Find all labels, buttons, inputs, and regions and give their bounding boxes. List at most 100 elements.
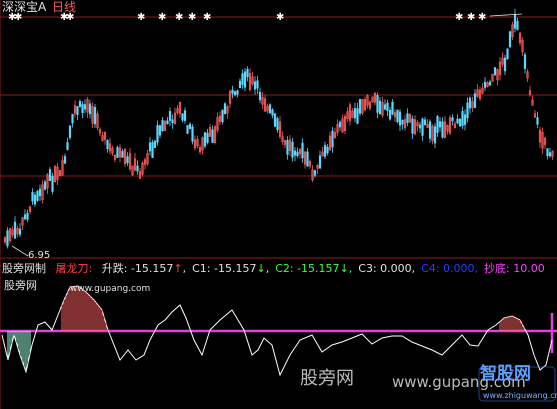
candle-body: [391, 101, 394, 115]
candle-body: [211, 129, 214, 143]
signal-marker-icon: ✱: [203, 12, 211, 23]
field-arrow-icon: ↑: [173, 262, 183, 275]
candle-body: [151, 142, 154, 158]
field-value: -15.157: [210, 262, 257, 275]
field-value: 10.00: [509, 262, 545, 275]
candle-body: [463, 114, 467, 125]
candle-body: [461, 111, 464, 126]
candle-body: [458, 118, 462, 127]
candle-body: [43, 181, 47, 190]
indicator-field: 升跌: -15.157↑,: [101, 262, 187, 275]
candle-body: [513, 14, 517, 29]
indicator-field: 抄底: 10.00: [484, 262, 545, 275]
kline-canvas[interactable]: ✱✱ ✱✱ ✱ ✱ ✱ ✱ ✱ ✱ ✱ ✱ ✱: [0, 0, 557, 409]
candle-body: [18, 228, 22, 235]
candle-body: [293, 150, 297, 156]
brand-watermark-url: www.zhiguwang.cn: [483, 391, 557, 400]
candle-body: [88, 103, 92, 115]
field-label: C3:: [358, 262, 377, 275]
candle-body: [466, 102, 469, 119]
candle-body: [83, 104, 87, 110]
indicator-field: C3: 0.000,: [358, 262, 415, 275]
field-arrow-icon: ↓: [256, 262, 266, 275]
candle-body: [356, 108, 359, 124]
high-price-pointer: [489, 13, 523, 17]
candle-body: [31, 192, 34, 202]
candle-body: [506, 48, 509, 60]
candle-body: [136, 165, 139, 172]
candle-body: [376, 95, 379, 113]
candle-body: [523, 54, 527, 69]
candle-body: [26, 212, 29, 220]
period-label: 日线: [52, 0, 77, 14]
formula-name: 屠龙刀:: [55, 262, 93, 275]
signal-marker-icon: ✱: [158, 12, 166, 23]
field-value: -15.157: [127, 262, 174, 275]
indicator-name: 股旁网制: [2, 262, 46, 275]
candle-body: [473, 93, 477, 108]
candle-body: [428, 121, 432, 139]
candle-body: [401, 119, 404, 125]
candle-body: [76, 106, 79, 115]
candle-body: [313, 170, 317, 176]
candle-body: [106, 139, 109, 150]
candle-body: [493, 67, 497, 76]
candle-body: [246, 68, 249, 78]
candle-body: [433, 126, 437, 144]
candle-body: [158, 125, 162, 136]
indicator-field: C1: -15.157↓,: [192, 262, 270, 275]
candle-body: [191, 126, 194, 142]
signal-marker-icon: ✱: [175, 12, 183, 23]
field-value: -15.157: [293, 262, 340, 275]
indicator-field: C2: -15.157↓,: [275, 262, 353, 275]
candle-body: [156, 125, 159, 143]
stock-name: 深深宝A: [2, 0, 47, 14]
site-url: www.gupang.com: [70, 284, 151, 294]
candle-body: [358, 98, 362, 114]
candle-body: [188, 123, 192, 130]
candle-body: [331, 130, 334, 148]
candle-body: [421, 118, 424, 136]
candle-body: [271, 109, 274, 116]
candle-body: [166, 120, 169, 125]
candle-body: [546, 148, 549, 157]
candle-body: [353, 108, 357, 119]
field-label: C1:: [192, 262, 211, 275]
candle-body: [326, 146, 329, 154]
candle-body: [181, 113, 184, 121]
signal-marker-icon: ✱: [455, 12, 463, 23]
candle-body: [398, 111, 402, 126]
indicator-readout: 股旁网制 屠龙刀: 升跌: -15.157↑, C1: -15.157↓, C2: …: [2, 262, 545, 276]
candle-body: [273, 113, 277, 127]
chart-window[interactable]: ✱ ✱ ✱ ✱ ✱ ✱ ✱ ✱ ✱ ✱ ✱ ✱ ✱ 深深宝A 日线 6.95 股旁网制 屠龙刀: 升跌:…: [0, 0, 557, 409]
candle-body: [121, 151, 124, 158]
candle-body: [378, 100, 382, 115]
brand-watermark: 智股网: [480, 364, 531, 384]
candle-body: [396, 109, 399, 123]
candle-body: [268, 104, 272, 114]
candle-body: [276, 118, 279, 131]
candle-body: [423, 119, 427, 126]
site-label: 股旁网: [4, 279, 37, 292]
candle-body: [36, 191, 39, 201]
candle-body: [483, 81, 487, 88]
candle-body: [153, 140, 157, 148]
candle-body: [33, 194, 37, 205]
candle-body: [233, 91, 237, 96]
candle-body: [436, 116, 439, 133]
candle-body: [66, 142, 69, 150]
candle-body: [161, 120, 164, 132]
candle-body: [508, 31, 512, 48]
candle-body: [221, 109, 224, 123]
candle-body: [238, 80, 242, 89]
candle-body: [38, 188, 42, 197]
candle-body: [223, 103, 227, 115]
field-value: 0.000,: [439, 262, 479, 275]
candle-body: [116, 147, 119, 158]
candle-body: [406, 113, 409, 123]
candle-body: [386, 102, 389, 111]
field-arrow-icon: ↓: [339, 262, 349, 275]
candle-body: [411, 118, 414, 134]
candle-body: [301, 142, 304, 159]
candle-body: [93, 107, 97, 125]
